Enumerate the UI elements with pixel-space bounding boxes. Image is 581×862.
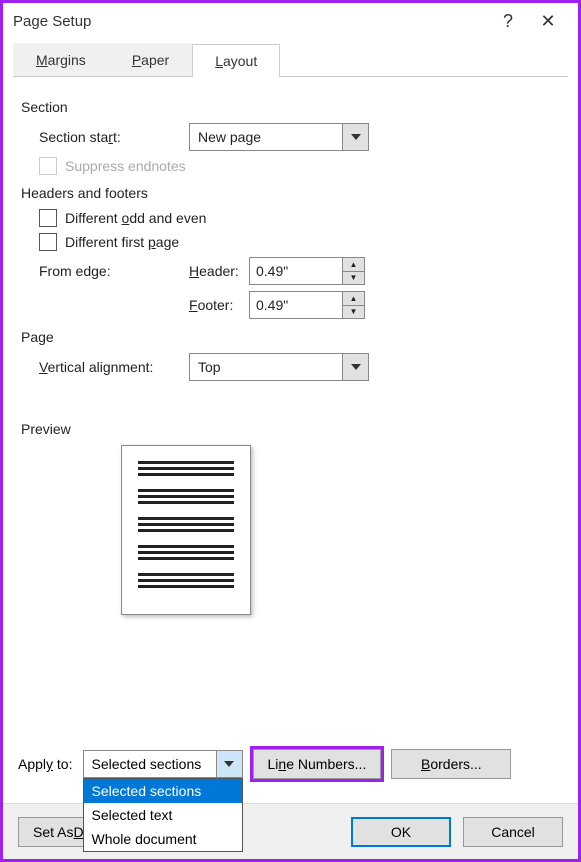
from-edge-label: From edge: xyxy=(39,263,189,279)
apply-to-option[interactable]: Whole document xyxy=(84,827,242,851)
tab-paper[interactable]: Paper xyxy=(109,43,192,76)
different-odd-even-checkbox[interactable]: Different odd and even xyxy=(39,209,560,227)
dialog-title: Page Setup xyxy=(13,13,488,30)
footer-label: Footer: xyxy=(189,297,249,313)
headers-footers-header: Headers and footers xyxy=(21,185,560,201)
preview-box xyxy=(121,445,251,615)
preview-header: Preview xyxy=(21,421,560,437)
help-icon[interactable]: ? xyxy=(488,11,528,32)
page-header: Page xyxy=(21,329,560,345)
borders-button[interactable]: Borders... xyxy=(391,749,511,779)
page-setup-dialog: Page Setup ? ✕ Margins Paper Layout Sect… xyxy=(0,0,581,862)
apply-to-combo[interactable]: Selected sections Selected sections Sele… xyxy=(83,750,243,778)
spinner-down-icon[interactable]: ▼ xyxy=(343,306,364,319)
checkbox-icon xyxy=(39,233,57,251)
chevron-down-icon[interactable] xyxy=(342,354,368,380)
titlebar: Page Setup ? ✕ xyxy=(3,3,578,39)
tab-content: Section Section start: New page Suppress… xyxy=(3,77,578,615)
spinner-up-icon[interactable]: ▲ xyxy=(343,258,364,272)
tab-layout[interactable]: Layout xyxy=(192,44,280,77)
apply-to-option[interactable]: Selected sections xyxy=(84,779,242,803)
checkbox-icon xyxy=(39,157,57,175)
section-header: Section xyxy=(21,99,560,115)
bottom-row: Apply to: Selected sections Selected sec… xyxy=(18,749,563,779)
vertical-alignment-value: Top xyxy=(190,359,342,375)
tab-margins[interactable]: Margins xyxy=(13,43,109,76)
tab-strip: Margins Paper Layout xyxy=(13,43,568,77)
spinner-up-icon[interactable]: ▲ xyxy=(343,292,364,306)
chevron-down-icon[interactable] xyxy=(216,751,242,777)
footer-value: 0.49" xyxy=(250,292,342,318)
different-first-page-checkbox[interactable]: Different first page xyxy=(39,233,560,251)
checkbox-icon xyxy=(39,209,57,227)
header-value: 0.49" xyxy=(250,258,342,284)
apply-to-value: Selected sections xyxy=(84,756,216,772)
section-start-combo[interactable]: New page xyxy=(189,123,369,151)
apply-to-label: Apply to: xyxy=(18,756,73,772)
vertical-alignment-combo[interactable]: Top xyxy=(189,353,369,381)
chevron-down-icon[interactable] xyxy=(342,124,368,150)
header-spinner[interactable]: 0.49" ▲ ▼ xyxy=(249,257,365,285)
cancel-button[interactable]: Cancel xyxy=(463,817,563,847)
header-label: Header: xyxy=(189,263,249,279)
footer-spinner[interactable]: 0.49" ▲ ▼ xyxy=(249,291,365,319)
close-icon[interactable]: ✕ xyxy=(528,11,568,32)
apply-to-option[interactable]: Selected text xyxy=(84,803,242,827)
suppress-endnotes-checkbox: Suppress endnotes xyxy=(39,157,560,175)
section-start-label: Section start: xyxy=(39,129,189,145)
section-start-value: New page xyxy=(190,129,342,145)
vertical-alignment-label: Vertical alignment: xyxy=(39,359,189,375)
apply-to-list: Selected sections Selected text Whole do… xyxy=(83,778,243,852)
spinner-down-icon[interactable]: ▼ xyxy=(343,272,364,285)
ok-button[interactable]: OK xyxy=(351,817,451,847)
line-numbers-button[interactable]: Line Numbers... xyxy=(253,749,382,779)
